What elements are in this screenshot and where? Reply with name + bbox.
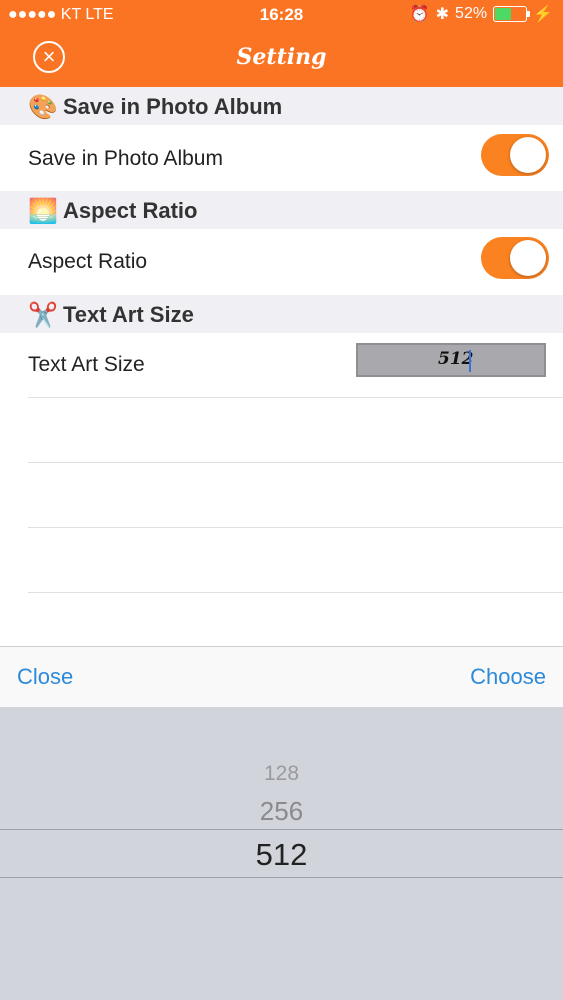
row-save-in-photo-album: Save in Photo Album <box>0 125 563 191</box>
size-picker[interactable]: 128 256 512 <box>0 707 563 1000</box>
section-title-size: Text Art Size <box>63 302 194 327</box>
header-bar: ●●●●● KT LTE 16:28 ⏰ ✱ 52% ⚡ × Setting <box>0 0 563 87</box>
section-title-aspect: Aspect Ratio <box>63 198 198 223</box>
picker-selection-bottom <box>0 877 563 878</box>
alarm-icon: ⏰ <box>409 6 430 23</box>
picker-toolbar: Close Choose <box>0 646 563 708</box>
status-bar: ●●●●● KT LTE 16:28 ⏰ ✱ 52% ⚡ <box>0 0 563 30</box>
picker-selected-option[interactable]: 512 <box>0 837 563 873</box>
row-text-art-size: Text Art Size 512 <box>0 333 563 397</box>
row-divider <box>28 397 563 398</box>
status-right: ⏰ ✱ 52% ⚡ <box>410 4 553 24</box>
charging-icon: ⚡ <box>533 6 553 23</box>
battery-icon <box>493 6 531 22</box>
picker-option[interactable]: 256 <box>0 796 563 827</box>
row-label-size: Text Art Size <box>28 353 145 376</box>
section-title-save: Save in Photo Album <box>63 94 283 119</box>
row-divider <box>28 527 563 528</box>
bluetooth-icon: ✱ <box>435 6 450 23</box>
section-header-size: ✂️ Text Art Size <box>0 295 563 333</box>
section-header-save: 🎨 Save in Photo Album <box>0 87 563 125</box>
row-label-save: Save in Photo Album <box>28 147 223 170</box>
aspect-toggle[interactable] <box>481 237 549 279</box>
navigation-bar: × Setting <box>0 30 563 87</box>
save-toggle[interactable] <box>481 134 549 176</box>
row-divider <box>28 462 563 463</box>
sunrise-icon: 🌅 <box>28 198 58 225</box>
row-divider <box>28 592 563 593</box>
text-caret <box>469 350 471 372</box>
picker-option[interactable]: 128 <box>0 762 563 786</box>
close-button[interactable]: Close <box>17 664 73 690</box>
battery-percent: 52% <box>455 5 488 22</box>
palette-icon: 🎨 <box>28 94 58 121</box>
picker-selection-top <box>0 829 563 830</box>
row-label-aspect: Aspect Ratio <box>28 250 148 273</box>
row-aspect-ratio: Aspect Ratio <box>0 229 563 295</box>
section-header-aspect: 🌅 Aspect Ratio <box>0 191 563 229</box>
page-title: Setting <box>236 44 327 70</box>
choose-button[interactable]: Choose <box>470 664 546 690</box>
scissors-icon: ✂️ <box>28 302 58 329</box>
size-input[interactable]: 512 <box>356 343 546 377</box>
